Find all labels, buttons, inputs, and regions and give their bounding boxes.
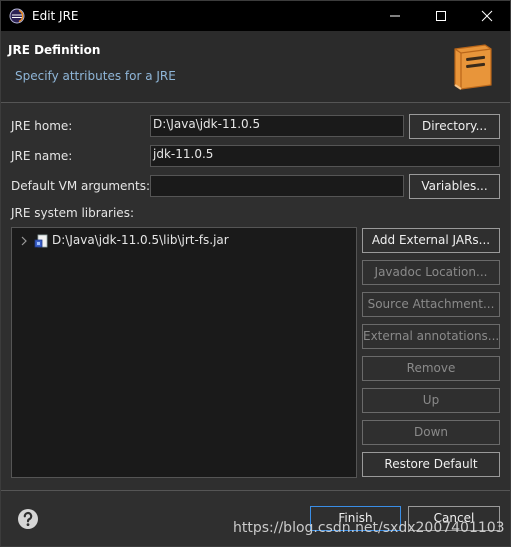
system-libraries-tree[interactable]: D:\Java\jdk-11.0.5\lib\jrt-fs.jar [11, 227, 357, 478]
remove-button[interactable]: Remove [362, 356, 500, 381]
help-icon[interactable] [17, 508, 39, 530]
jre-home-input[interactable]: D:\Java\jdk-11.0.5 [150, 115, 404, 137]
variables-button[interactable]: Variables... [409, 174, 500, 199]
javadoc-location-button[interactable]: Javadoc Location... [362, 260, 500, 285]
maximize-icon [436, 11, 446, 21]
vm-arguments-input[interactable] [150, 175, 404, 197]
book-icon [454, 44, 492, 90]
jre-home-label: JRE home: [11, 119, 73, 133]
library-item-label: D:\Java\jdk-11.0.5\lib\jrt-fs.jar [52, 233, 229, 247]
header-subtitle: Specify attributes for a JRE [15, 69, 176, 83]
directory-button[interactable]: Directory... [409, 114, 500, 139]
jre-name-label: JRE name: [11, 149, 73, 163]
chevron-right-icon[interactable] [20, 235, 28, 247]
edit-jre-dialog: Edit JRE JRE Definition Specify attribut… [0, 0, 511, 547]
minimize-button[interactable] [372, 1, 418, 31]
add-external-jars-button[interactable]: Add External JARs... [362, 228, 500, 253]
footer-divider [1, 490, 510, 491]
external-annotations-button[interactable]: External annotations... [362, 324, 500, 349]
vm-arguments-label: Default VM arguments: [11, 179, 151, 193]
down-button[interactable]: Down [362, 420, 500, 445]
eclipse-icon [9, 8, 25, 24]
system-libraries-label: JRE system libraries: [11, 206, 134, 220]
window-title: Edit JRE [32, 9, 79, 23]
header-title: JRE Definition [8, 43, 101, 57]
source-attachment-button[interactable]: Source Attachment... [362, 292, 500, 317]
jre-name-input[interactable]: jdk-11.0.5 [150, 145, 500, 167]
close-icon [481, 10, 493, 22]
library-item[interactable]: D:\Java\jdk-11.0.5\lib\jrt-fs.jar [12, 232, 356, 250]
minimize-icon [390, 15, 400, 17]
dialog-header: JRE Definition Specify attributes for a … [1, 31, 510, 103]
up-button[interactable]: Up [362, 388, 500, 413]
watermark-text: https://blog.csdn.net/sxdx2007401103 [233, 520, 505, 536]
title-bar[interactable]: Edit JRE [1, 1, 510, 31]
jar-icon [34, 234, 48, 248]
close-button[interactable] [464, 1, 510, 31]
restore-default-button[interactable]: Restore Default [362, 452, 500, 477]
maximize-button[interactable] [418, 1, 464, 31]
